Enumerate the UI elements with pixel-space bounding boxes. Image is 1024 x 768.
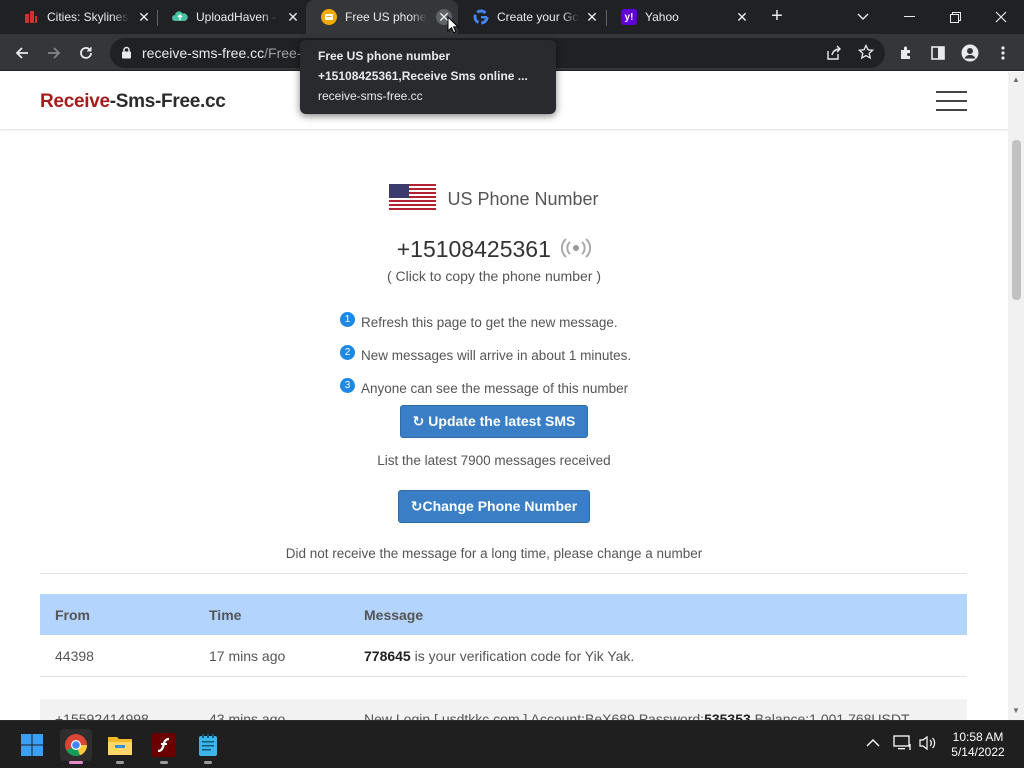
google-icon bbox=[473, 9, 489, 25]
message-text: New Login [ usdtkkc.com ] Account:BeX689… bbox=[349, 710, 967, 720]
message-from: 44398 bbox=[55, 647, 94, 664]
update-latest-sms-button[interactable]: ↻ Update the latest SMS bbox=[400, 405, 588, 438]
tab-strip: Cities: Skylines f ✕ UploadHaven - ✕ Fre… bbox=[0, 0, 1024, 34]
column-header-message: Message bbox=[364, 606, 424, 623]
windows-taskbar: 10:58 AM 5/14/2022 bbox=[0, 720, 1024, 768]
close-tab-icon[interactable]: ✕ bbox=[285, 9, 301, 25]
step-number-badge: 2 bbox=[340, 345, 355, 360]
extensions-icon[interactable] bbox=[893, 40, 919, 66]
phone-number[interactable]: +15108425361 bbox=[0, 236, 988, 264]
step-number-badge: 1 bbox=[340, 312, 355, 327]
step-item: 1 Refresh this page to get the new messag… bbox=[340, 306, 670, 339]
clock-date: 5/14/2022 bbox=[951, 745, 1005, 759]
restore-button[interactable] bbox=[932, 0, 978, 34]
bookmark-star-icon[interactable] bbox=[857, 43, 875, 65]
table-header: From Time Message bbox=[40, 594, 967, 635]
country-label: US Phone Number bbox=[447, 189, 599, 209]
flash-player-icon[interactable] bbox=[148, 729, 180, 764]
close-tab-icon[interactable]: ✕ bbox=[584, 9, 600, 25]
side-panel-icon[interactable] bbox=[925, 40, 951, 66]
network-icon[interactable] bbox=[893, 735, 913, 754]
tab-title: Free US phone n bbox=[345, 10, 427, 24]
tab-free-us-phone[interactable]: Free US phone n ✕ bbox=[306, 0, 458, 34]
table-row: 44398 17 mins ago 778645 is your verific… bbox=[40, 635, 967, 677]
scroll-down-arrow-icon[interactable]: ▼ bbox=[1012, 706, 1020, 715]
column-header-from: From bbox=[55, 606, 90, 623]
tab-title: Yahoo bbox=[645, 10, 679, 24]
mouse-cursor-icon bbox=[447, 15, 460, 39]
tab-title: Create your Goo bbox=[497, 10, 579, 24]
us-flag-icon bbox=[389, 184, 437, 215]
messages-table: From Time Message 44398 17 mins ago 7786… bbox=[40, 594, 967, 720]
share-icon[interactable] bbox=[826, 45, 842, 66]
notepad-icon[interactable] bbox=[192, 729, 224, 764]
page-scrollbar[interactable]: ▲ ▼ bbox=[1008, 72, 1024, 720]
new-tab-button[interactable]: + bbox=[766, 6, 788, 28]
web-page: Receive-Sms-Free.cc US Phone Number +151… bbox=[0, 72, 1008, 720]
copy-hint[interactable]: ( Click to copy the phone number ) bbox=[0, 268, 988, 284]
country-heading: US Phone Number bbox=[0, 184, 988, 215]
table-row: +15592414998 43 mins ago New Login [ usd… bbox=[40, 699, 967, 720]
menu-kebab-icon[interactable] bbox=[990, 40, 1016, 66]
url-text: receive-sms-free.cc/Free-U bbox=[142, 45, 312, 61]
tooltip-domain: receive-sms-free.cc bbox=[318, 89, 423, 103]
tab-uploadhaven[interactable]: UploadHaven - ✕ bbox=[157, 0, 307, 34]
tab-hover-tooltip: Free US phone number +15108425361,Receiv… bbox=[300, 40, 556, 114]
close-tab-icon[interactable]: ✕ bbox=[136, 9, 152, 25]
back-button[interactable] bbox=[9, 40, 35, 66]
minimize-button[interactable] bbox=[886, 0, 932, 34]
tray-overflow-chevron-icon[interactable] bbox=[866, 735, 880, 751]
tab-cities-skylines[interactable]: Cities: Skylines f ✕ bbox=[8, 0, 158, 34]
profile-avatar-icon[interactable] bbox=[957, 40, 983, 66]
cities-skylines-icon bbox=[23, 9, 39, 25]
system-clock[interactable]: 10:58 AM 5/14/2022 bbox=[940, 730, 1016, 760]
chrome-taskbar-icon[interactable] bbox=[60, 729, 92, 764]
yahoo-icon: y! bbox=[621, 9, 637, 25]
message-time: 17 mins ago bbox=[209, 647, 286, 664]
tooltip-title: Free US phone number bbox=[318, 49, 451, 63]
site-logo[interactable]: Receive-Sms-Free.cc bbox=[40, 91, 226, 113]
verification-code[interactable]: 778645 bbox=[364, 647, 411, 664]
change-number-note: Did not receive the message for a long t… bbox=[285, 546, 703, 561]
volume-icon[interactable] bbox=[918, 735, 938, 754]
reload-button[interactable] bbox=[73, 40, 99, 66]
message-time: 43 mins ago bbox=[209, 710, 286, 721]
hamburger-menu-icon[interactable] bbox=[936, 91, 967, 111]
lock-icon[interactable] bbox=[121, 46, 132, 64]
close-window-button[interactable] bbox=[978, 0, 1024, 34]
change-phone-number-button[interactable]: ↻Change Phone Number bbox=[398, 490, 590, 523]
tab-title: UploadHaven - bbox=[196, 10, 277, 24]
uploadhaven-icon bbox=[172, 9, 188, 25]
step-item: 3 Anyone can see the message of this numb… bbox=[340, 372, 670, 405]
forward-button[interactable] bbox=[41, 40, 67, 66]
tab-search-button[interactable] bbox=[840, 0, 886, 34]
scroll-up-arrow-icon[interactable]: ▲ bbox=[1012, 75, 1020, 84]
divider bbox=[40, 573, 967, 574]
instruction-steps: 1 Refresh this page to get the new messag… bbox=[340, 306, 670, 405]
receive-sms-icon bbox=[321, 9, 337, 25]
latest-count-text: List the latest 7900 messages received bbox=[377, 453, 611, 468]
scrollbar-thumb[interactable] bbox=[1012, 140, 1021, 300]
message-text: 778645 is your verification code for Yik… bbox=[364, 647, 635, 664]
verification-code[interactable]: 535353 bbox=[704, 710, 751, 720]
column-header-time: Time bbox=[209, 606, 242, 623]
tab-create-google-account[interactable]: Create your Goo ✕ bbox=[458, 0, 606, 34]
tab-title: Cities: Skylines f bbox=[47, 10, 129, 24]
tab-yahoo[interactable]: y! Yahoo ✕ bbox=[606, 0, 756, 34]
message-from: +15592414998 bbox=[55, 710, 149, 721]
file-explorer-icon[interactable] bbox=[104, 729, 136, 764]
windows-start-icon[interactable] bbox=[16, 729, 48, 761]
close-tab-icon[interactable]: ✕ bbox=[734, 9, 750, 25]
signal-icon bbox=[561, 237, 592, 264]
clock-time: 10:58 AM bbox=[952, 730, 1004, 744]
tooltip-subtitle: +15108425361,Receive Sms online ... bbox=[318, 69, 528, 83]
step-number-badge: 3 bbox=[340, 378, 355, 393]
step-item: 2 New messages will arrive in about 1 min… bbox=[340, 339, 670, 372]
